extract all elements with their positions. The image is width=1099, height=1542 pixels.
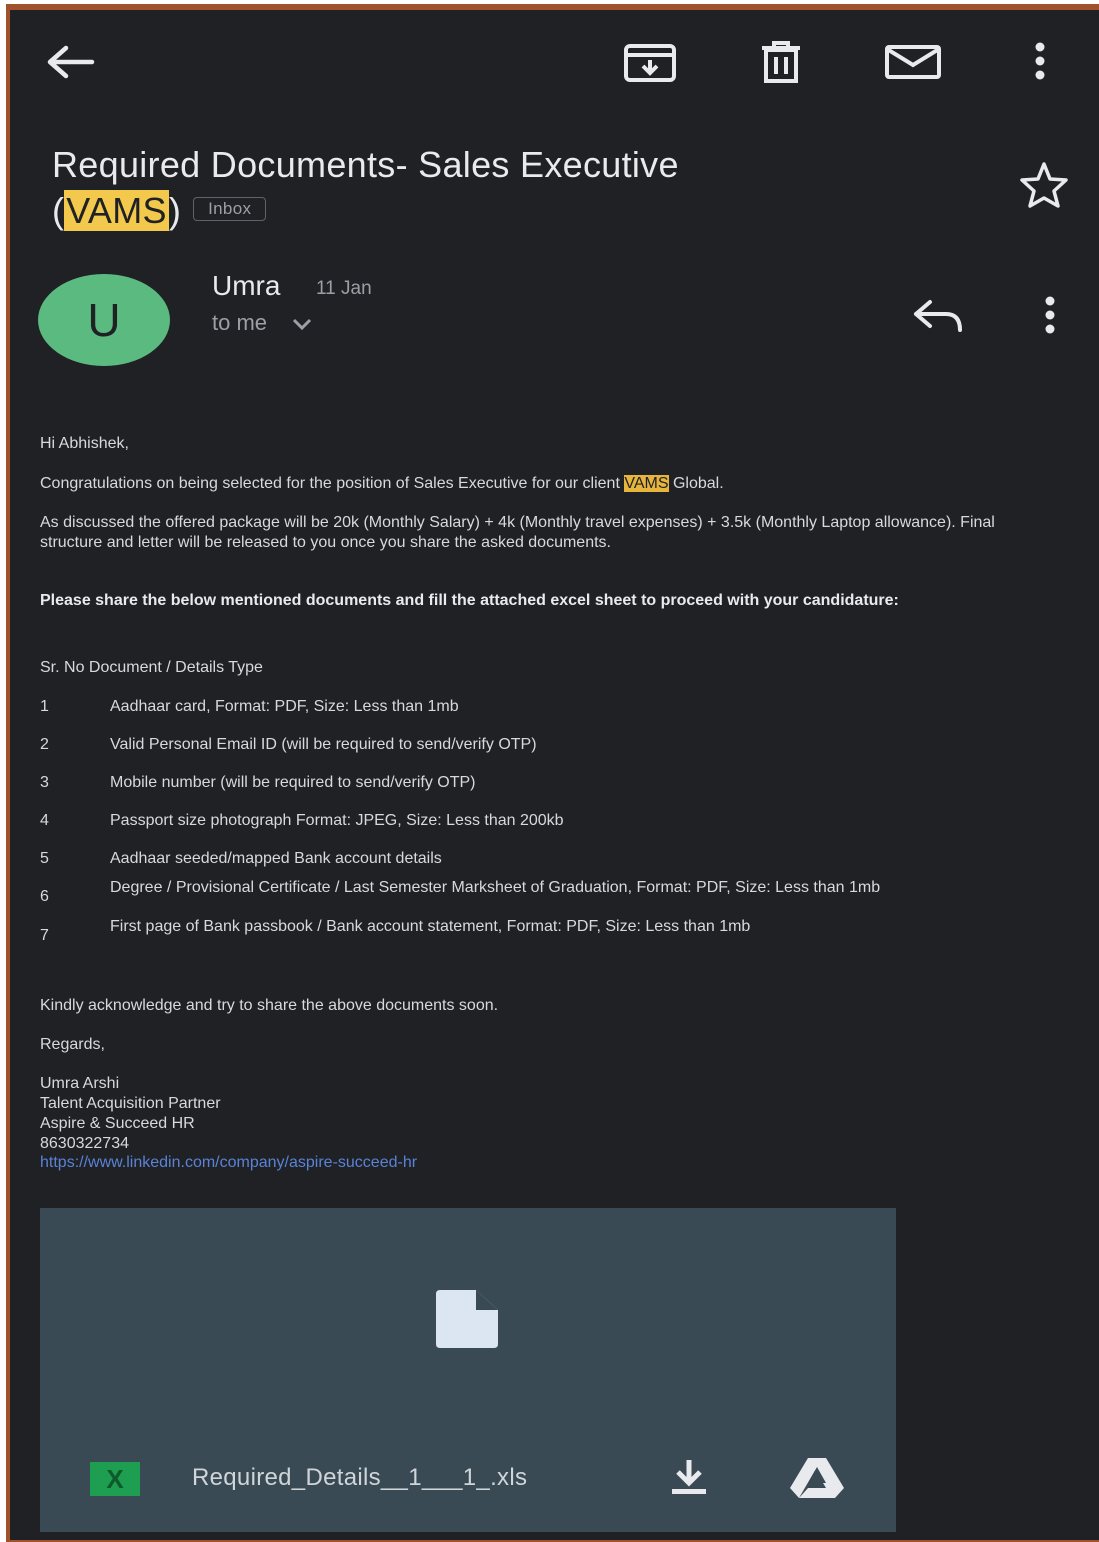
signature-link[interactable]: https://www.linkedin.com/company/aspire-… <box>40 1153 1060 1173</box>
row-number: 2 <box>40 736 49 753</box>
mail-icon[interactable] <box>884 44 942 80</box>
recipient-details-toggle[interactable]: to me <box>212 310 313 336</box>
request-text: Please share the below mentioned documen… <box>40 592 899 609</box>
row-number: 5 <box>40 850 49 867</box>
arrow-left-icon[interactable] <box>44 44 96 80</box>
document-item: Mobile number (will be required to send/… <box>110 774 476 791</box>
row-number: 4 <box>40 812 49 829</box>
google-drive-icon[interactable] <box>788 1456 846 1500</box>
subject-paren: ) <box>168 190 182 231</box>
more-vert-icon[interactable] <box>1042 294 1058 336</box>
regards-text: Regards, <box>40 1036 105 1053</box>
email-subject: Required Documents- Sales Executive (VAM… <box>52 142 679 234</box>
excel-icon: X <box>90 1462 140 1496</box>
subject-paren: ( <box>52 190 65 231</box>
inbox-label-chip[interactable]: Inbox <box>193 197 267 222</box>
document-item: First page of Bank passbook / Bank accou… <box>110 918 751 935</box>
archive-icon[interactable] <box>622 42 678 84</box>
congratulations-text: Congratulations on being selected for th… <box>40 474 1060 494</box>
document-item: Aadhaar seeded/mapped Bank account detai… <box>110 850 442 867</box>
subject-highlight: VAMS <box>64 190 169 231</box>
gmail-email-view: Required Documents- Sales Executive (VAM… <box>10 10 1099 1540</box>
sender-name[interactable]: Umra <box>212 270 280 302</box>
subject-line-1: Required Documents- Sales Executive <box>52 144 679 185</box>
trash-icon[interactable] <box>758 40 804 84</box>
package-text: As discussed the offered package will be… <box>40 514 995 551</box>
row-number: 6 <box>40 888 49 905</box>
row-number: 7 <box>40 927 49 944</box>
email-date: 11 Jan <box>316 278 372 299</box>
star-icon[interactable] <box>1018 160 1070 210</box>
more-vert-icon[interactable] <box>1032 40 1048 82</box>
congrats-text: Global. <box>668 475 724 492</box>
greeting: Hi Abhishek, <box>40 435 129 452</box>
signature-company: Aspire & Succeed HR <box>40 1115 195 1132</box>
signature-name: Umra Arshi <box>40 1075 120 1092</box>
document-icon <box>432 1288 502 1350</box>
search-highlight: VAMS <box>624 475 669 492</box>
recipient-text: to me <box>212 310 268 335</box>
subject-line-2: (VAMS) Inbox <box>52 188 679 234</box>
attachment-filename[interactable]: Required_Details__1___1_.xls <box>192 1464 527 1492</box>
closing-text: Kindly acknowledge and try to share the … <box>40 997 499 1014</box>
avatar[interactable]: U <box>38 274 170 366</box>
table-header: Sr. No Document / Details Type <box>40 659 263 676</box>
document-item: Valid Personal Email ID (will be require… <box>110 736 537 753</box>
signature-title: Talent Acquisition Partner <box>40 1095 221 1112</box>
reply-icon[interactable] <box>912 298 964 334</box>
congrats-text: Congratulations on being selected for th… <box>40 475 625 492</box>
signature-phone[interactable]: 8630322734 <box>40 1134 1060 1154</box>
row-number: 3 <box>40 774 49 791</box>
document-item: Passport size photograph Format: JPEG, S… <box>110 812 564 829</box>
row-number: 1 <box>40 698 49 715</box>
document-item: Degree / Provisional Certificate / Last … <box>110 879 881 896</box>
download-icon[interactable] <box>668 1458 710 1496</box>
chevron-down-icon <box>293 319 312 331</box>
document-item: Aadhaar card, Format: PDF, Size: Less th… <box>110 698 459 715</box>
